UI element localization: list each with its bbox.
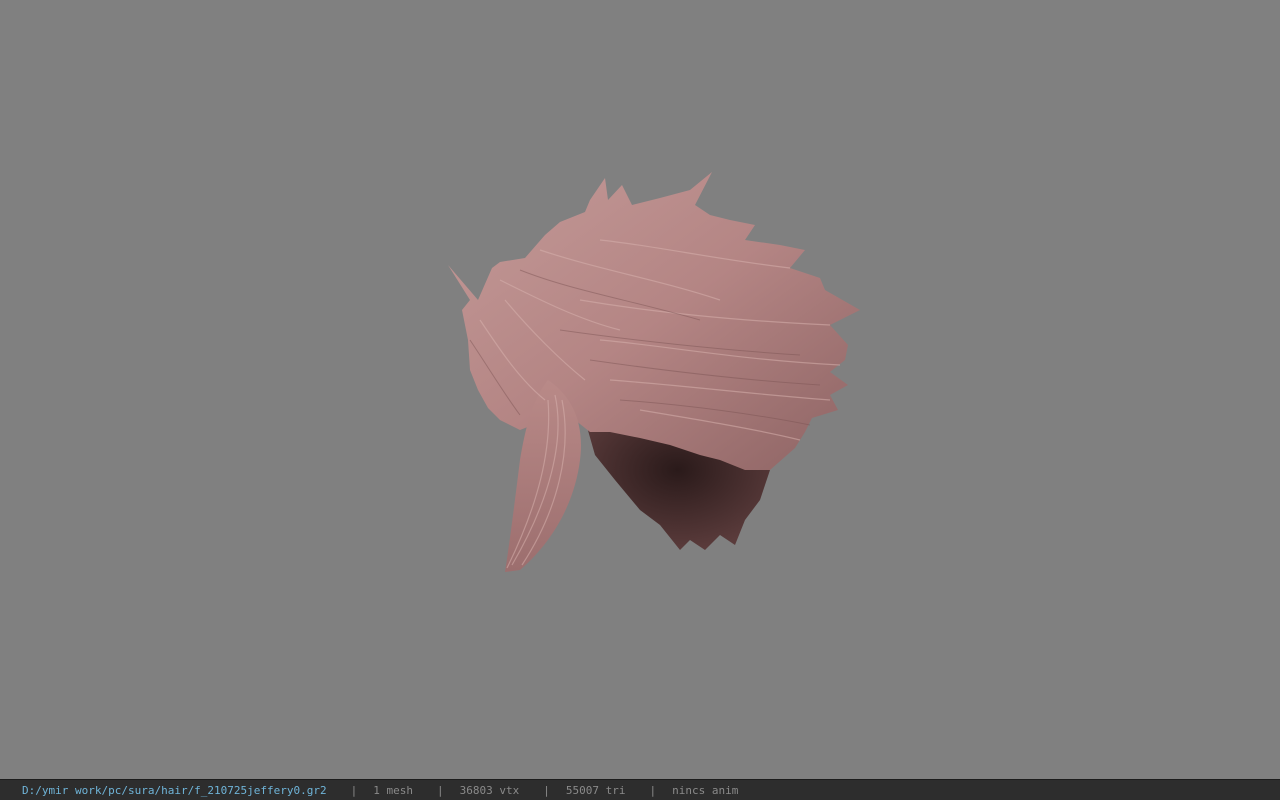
status-separator: | xyxy=(437,783,444,797)
status-separator: | xyxy=(543,783,550,797)
status-separator: | xyxy=(350,783,358,797)
status-bar: D:/ymir work/pc/sura/hair/f_210725jeffer… xyxy=(0,779,1280,800)
animation-status-label: nincs anim xyxy=(672,783,739,797)
3d-viewport[interactable] xyxy=(0,0,1280,779)
file-path-label: D:/ymir work/pc/sura/hair/f_210725jeffer… xyxy=(22,783,327,797)
triangle-count-label: 55007 tri xyxy=(565,783,626,797)
mesh-count-label: 1 mesh xyxy=(373,783,414,797)
vertex-count-label: 36803 vtx xyxy=(459,783,520,797)
hair-model-render xyxy=(448,172,860,572)
status-separator: | xyxy=(649,783,657,797)
